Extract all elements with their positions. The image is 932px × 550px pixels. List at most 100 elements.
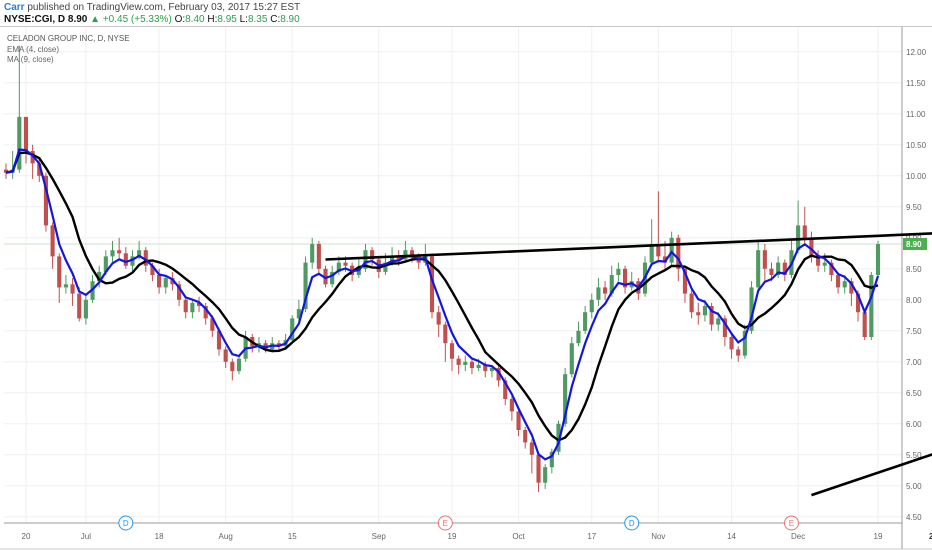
- price-chart[interactable]: 4.505.005.506.006.507.007.508.008.509.00…: [0, 27, 932, 550]
- x-tick-label: Jul: [81, 532, 91, 541]
- x-tick-label: Dec: [791, 532, 805, 541]
- candle-body: [236, 358, 242, 372]
- publish-info: published on TradingView.com, February 0…: [27, 2, 301, 13]
- candle-body: [23, 116, 29, 151]
- candle-body: [869, 275, 874, 337]
- last-price-tag-label: 8.90: [906, 240, 922, 249]
- indicator-lines: [5, 148, 880, 461]
- candle-body: [529, 442, 534, 455]
- publish-line: Carr published on TradingView.com, Febru…: [4, 2, 300, 13]
- trendline: [811, 453, 932, 497]
- candle-body: [616, 268, 621, 275]
- candle-body: [183, 299, 188, 313]
- candle-body: [516, 411, 521, 430]
- candle-body: [463, 361, 468, 365]
- y-tick-label: 4.50: [906, 513, 922, 522]
- close-label: C:: [270, 14, 281, 25]
- candle-body: [163, 278, 168, 288]
- candle-body: [57, 256, 62, 288]
- y-tick-label: 8.00: [906, 296, 922, 305]
- event-marker-label: D: [629, 519, 635, 528]
- candle-body: [77, 293, 82, 319]
- candle-body: [756, 250, 761, 288]
- candle-body: [449, 343, 455, 359]
- candle-body: [509, 399, 514, 412]
- candle-body: [536, 454, 541, 483]
- x-tick-label: 19: [874, 532, 883, 541]
- candle-body: [17, 116, 22, 170]
- candle-body: [835, 275, 841, 288]
- candle-body: [589, 299, 594, 313]
- candle-body: [842, 281, 847, 288]
- candle-body: [729, 337, 734, 350]
- candle-body: [343, 262, 348, 266]
- quote-line: NYSE:CGI, D 8.90 ▲ +0.45 (+5.33%) O:8.40…: [4, 14, 300, 25]
- candle-body: [802, 225, 807, 238]
- candle-body: [822, 262, 827, 266]
- x-tick-label: 17: [587, 532, 596, 541]
- candle-body: [762, 250, 767, 269]
- close-value: 8.90: [280, 14, 300, 25]
- x-tick-label: 14: [727, 532, 736, 541]
- candle-body: [576, 330, 581, 344]
- low-value: 8.35: [247, 14, 268, 25]
- legend-ma[interactable]: MA (9, close): [7, 55, 54, 64]
- candle-body: [523, 430, 528, 443]
- event-marker-label: E: [443, 519, 448, 528]
- candle-body: [543, 467, 548, 483]
- candle-body: [190, 302, 195, 313]
- price-change: ▲ +0.45 (+5.33%): [90, 14, 172, 25]
- candle-body: [50, 225, 55, 257]
- chart-axes: 4.505.005.506.006.507.007.508.008.509.00…: [0, 27, 932, 550]
- x-tick-label: 19: [448, 532, 457, 541]
- y-tick-label: 11.00: [906, 110, 926, 119]
- y-tick-label: 6.00: [906, 420, 922, 429]
- candle-body: [736, 349, 741, 356]
- x-tick-label: Nov: [651, 532, 665, 541]
- candle-body: [223, 349, 228, 362]
- y-tick-label: 5.00: [906, 482, 922, 491]
- legend-ema[interactable]: EMA (4, close): [7, 45, 59, 54]
- candle-body: [456, 358, 461, 365]
- x-tick-label: 20: [22, 532, 31, 541]
- x-tick-label: 18: [155, 532, 164, 541]
- author-name[interactable]: Carr: [4, 2, 25, 13]
- candle-body: [469, 361, 475, 368]
- open-value: 8.40: [185, 14, 205, 25]
- ma-line: [5, 151, 879, 442]
- chart-title: CELADON GROUP INC, D, NYSE: [7, 34, 130, 43]
- candle-body: [310, 244, 315, 263]
- candle-body: [875, 244, 881, 275]
- y-tick-label: 8.50: [906, 265, 922, 274]
- candle-body: [862, 312, 867, 337]
- candle-body: [716, 318, 721, 325]
- y-tick-label: 11.50: [906, 79, 926, 88]
- y-tick-label: 7.50: [906, 327, 922, 336]
- candle-body: [110, 250, 115, 257]
- candle-body: [316, 244, 321, 269]
- candle-body: [689, 293, 694, 313]
- candle-body: [123, 253, 128, 266]
- y-tick-label: 7.00: [906, 358, 922, 367]
- y-tick-label: 6.50: [906, 389, 922, 398]
- candle-body: [476, 364, 481, 368]
- candle-body: [117, 250, 122, 254]
- candle-body: [230, 361, 235, 372]
- event-marker-label: E: [789, 519, 794, 528]
- candle-body: [157, 275, 162, 288]
- candle-body: [702, 306, 707, 316]
- candle-body: [596, 287, 601, 300]
- ema-line: [5, 148, 880, 461]
- x-tick-label: Sep: [372, 532, 387, 541]
- symbol-label: NYSE:CGI, D: [4, 14, 66, 25]
- candle-body: [83, 299, 88, 319]
- x-tick-label: Aug: [219, 532, 233, 541]
- y-tick-label: 12.00: [906, 48, 927, 57]
- y-tick-label: 9.50: [906, 203, 922, 212]
- candle-body: [769, 268, 774, 275]
- high-value: 8.95: [217, 14, 237, 25]
- candle-body: [70, 284, 75, 294]
- last-price: 8.90: [67, 14, 88, 25]
- x-tick-label: 15: [288, 532, 297, 541]
- x-tick-label: Oct: [512, 532, 525, 541]
